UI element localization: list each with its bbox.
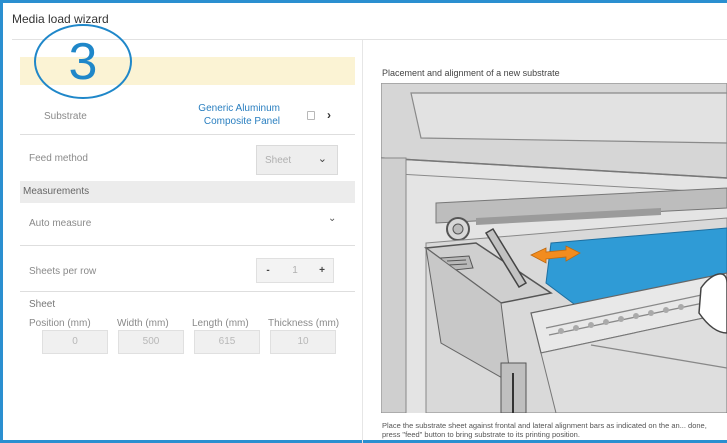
position-field[interactable]: 0: [42, 330, 108, 354]
feed-method-select[interactable]: Sheet ⌄: [256, 145, 338, 175]
chevron-down-icon[interactable]: ⌄: [328, 213, 336, 224]
substrate-value-link[interactable]: Generic Aluminum Composite Panel: [160, 102, 280, 128]
measurements-header-label: Measurements: [23, 186, 90, 197]
divider: [20, 291, 355, 292]
divider: [20, 134, 355, 135]
copy-icon[interactable]: [307, 111, 315, 120]
decrement-button[interactable]: -: [257, 265, 279, 276]
chevron-right-icon[interactable]: ›: [327, 108, 331, 122]
measurements-section-header: Measurements: [20, 181, 355, 203]
position-column-label: Position (mm): [29, 318, 91, 329]
chevron-down-icon: ⌄: [317, 153, 327, 165]
sheet-header: Sheet: [29, 299, 56, 310]
feed-method-value: Sheet: [265, 155, 292, 166]
guide-caption: Placement and alignment of a new substra…: [382, 68, 560, 78]
thickness-field[interactable]: 10: [270, 330, 336, 354]
window-title: Media load wizard: [12, 12, 109, 26]
thickness-column-label: Thickness (mm): [268, 318, 340, 329]
sheets-per-row-stepper: - 1 +: [256, 258, 334, 283]
substrate-label: Substrate: [44, 111, 87, 122]
sheets-per-row-value[interactable]: 1: [279, 265, 311, 276]
step-number-badge: 3: [34, 24, 132, 99]
width-column-label: Width (mm): [117, 318, 169, 329]
panel-divider: [362, 40, 363, 443]
guide-instructions: Place the substrate sheet against fronta…: [382, 421, 707, 439]
sheets-per-row-label: Sheets per row: [29, 266, 97, 277]
increment-button[interactable]: +: [311, 265, 333, 276]
width-field[interactable]: 500: [118, 330, 184, 354]
substrate-placement-illustration: [381, 83, 727, 413]
length-column-label: Length (mm): [192, 318, 249, 329]
auto-measure-label: Auto measure: [29, 218, 92, 229]
divider: [20, 245, 355, 246]
feed-method-label: Feed method: [29, 153, 88, 164]
length-field[interactable]: 615: [194, 330, 260, 354]
